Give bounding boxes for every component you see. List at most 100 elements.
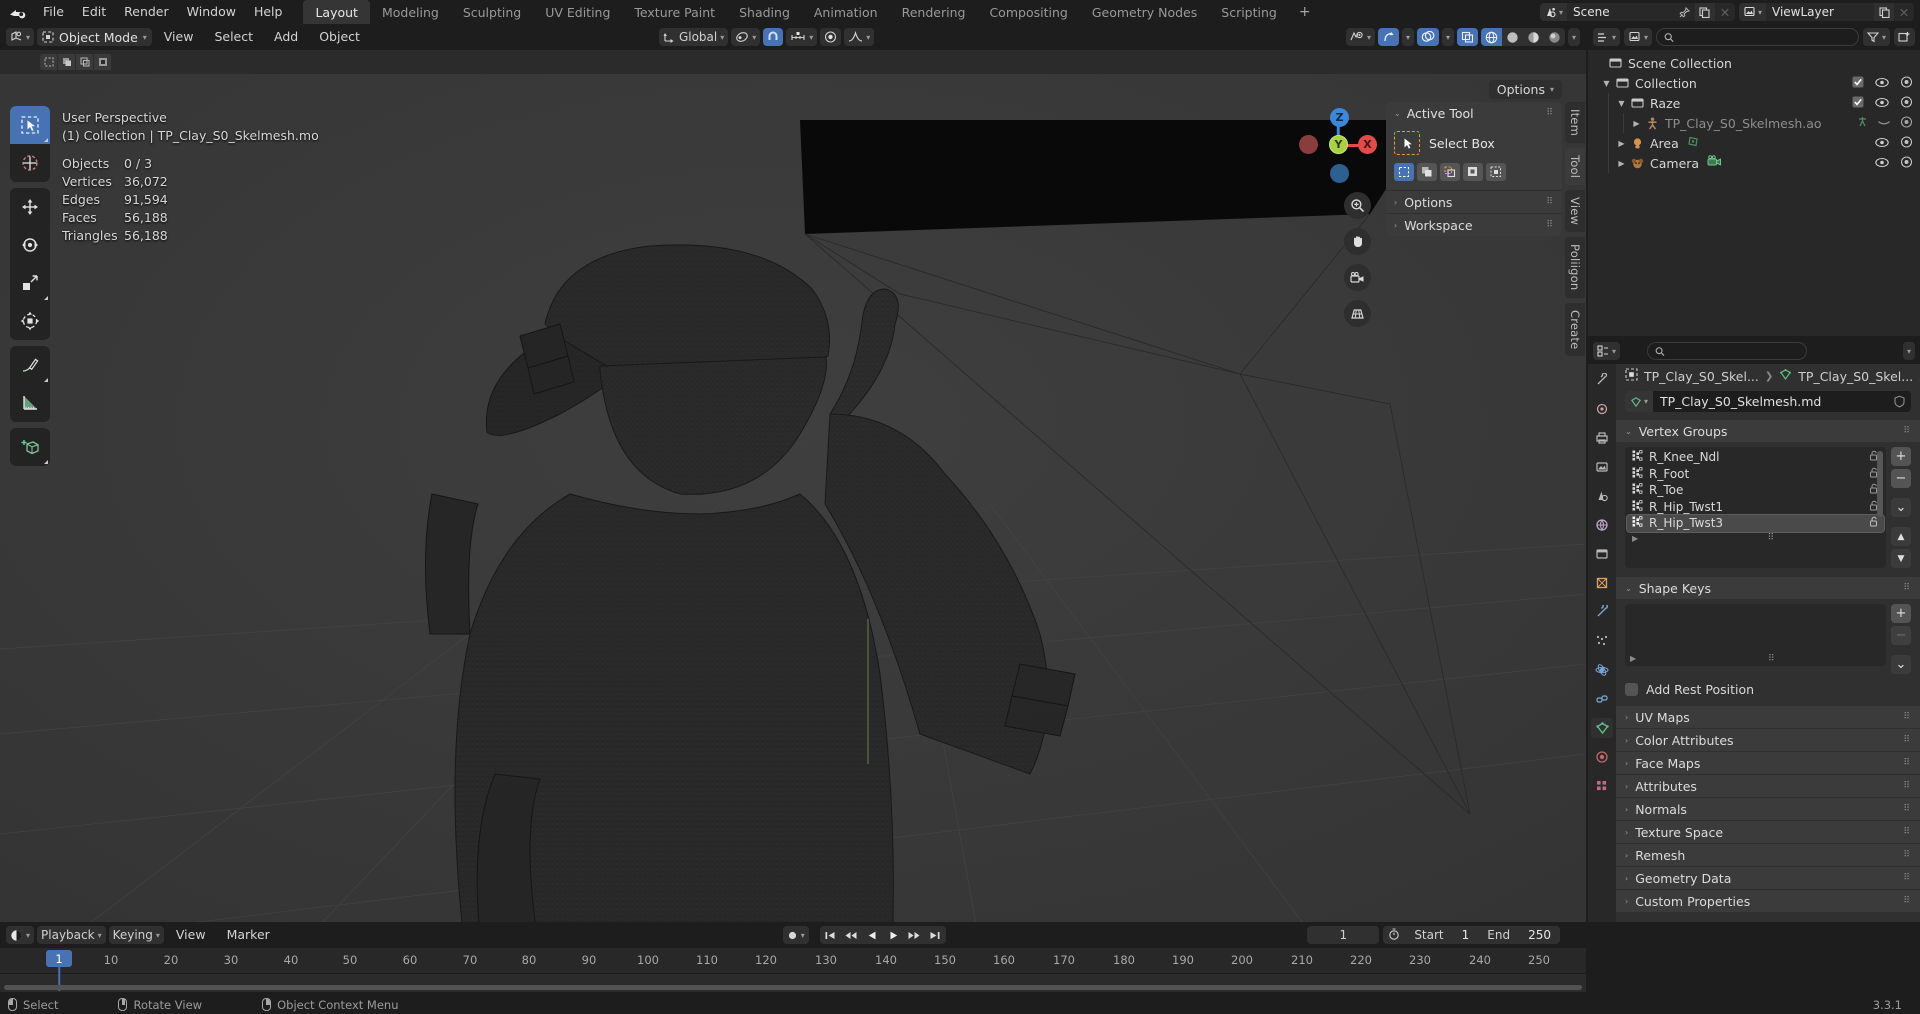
add-rest-position-row[interactable]: Add Rest Position — [1625, 682, 1911, 697]
cursor-tool-button[interactable] — [10, 144, 50, 182]
viewport-menu-view[interactable]: View — [155, 26, 203, 48]
n-panel-options-header[interactable]: › Options ⠿ — [1386, 190, 1562, 213]
jump-to-end-button[interactable] — [925, 926, 946, 944]
scene-name[interactable]: Scene — [1566, 3, 1675, 21]
vertex-group-row[interactable]: R_Toe — [1627, 482, 1884, 499]
camera-icon[interactable] — [1900, 75, 1913, 91]
workspace-tab-layout[interactable]: Layout — [303, 0, 370, 24]
eye-icon[interactable] — [1875, 136, 1889, 151]
snap-target-selector[interactable]: ▾ — [786, 28, 818, 46]
workspace-tab-scripting[interactable]: Scripting — [1209, 0, 1289, 24]
menu-edit[interactable]: Edit — [73, 0, 115, 24]
proportional-falloff-selector[interactable]: ▾ — [844, 28, 875, 46]
add-workspace-button[interactable]: + — [1289, 0, 1321, 24]
prev-keyframe-button[interactable] — [841, 926, 862, 944]
add-rest-position-checkbox[interactable] — [1625, 683, 1638, 696]
section-normals[interactable]: › Normals ⠿ — [1616, 798, 1920, 820]
frame-range-group[interactable]: Start 1 End 250 — [1383, 926, 1560, 944]
section-face-maps[interactable]: › Face Maps ⠿ — [1616, 752, 1920, 774]
select-box-tool-button[interactable] — [10, 106, 50, 144]
outliner-row-raze[interactable]: ▼ Raze — [1588, 93, 1920, 113]
workspace-tab-animation[interactable]: Animation — [802, 0, 890, 24]
vertex-groups-header[interactable]: ⌄ Vertex Groups ⠿ — [1616, 420, 1920, 442]
vertex-group-row-selected[interactable]: R_Hip_Twst3 — [1626, 514, 1885, 533]
workspace-tab-compositing[interactable]: Compositing — [977, 0, 1079, 24]
expand-triangle[interactable]: ▶ — [1632, 534, 1638, 543]
properties-tab-view-layer[interactable] — [1591, 457, 1613, 477]
move-vertex-group-up-button[interactable]: ▲ — [1891, 527, 1911, 546]
blender-logo-icon[interactable] — [0, 0, 34, 24]
transform-tool-button[interactable] — [10, 302, 50, 340]
view-layer-selector[interactable]: ▾ ViewLayer ✕ — [1738, 3, 1914, 21]
annotate-tool-button[interactable] — [10, 346, 50, 384]
move-tool-button[interactable] — [10, 188, 50, 226]
shape-keys-list[interactable]: ▶ ⠿ — [1625, 604, 1886, 666]
workspace-tab-modeling[interactable]: Modeling — [370, 0, 451, 24]
section-geometry-data[interactable]: › Geometry Data ⠿ — [1616, 867, 1920, 889]
move-vertex-group-down-button[interactable]: ▼ — [1891, 549, 1911, 568]
breadcrumb-object-label[interactable]: TP_Clay_S0_Skel... — [1644, 369, 1759, 384]
duplicate-viewlayer-icon[interactable] — [1874, 3, 1894, 21]
workspace-tab-rendering[interactable]: Rendering — [890, 0, 978, 24]
menu-help[interactable]: Help — [245, 0, 292, 24]
snap-magnet-icon[interactable] — [763, 28, 784, 46]
select-mode-extend-button[interactable] — [1417, 163, 1437, 181]
overlays-options-chevron-icon[interactable]: ▾ — [1441, 28, 1454, 46]
expand-triangle[interactable]: ▼ — [1600, 79, 1613, 88]
vertex-groups-scrollbar[interactable] — [1877, 451, 1883, 517]
section-texture-space[interactable]: › Texture Space ⠿ — [1616, 821, 1920, 843]
properties-options-chevron-icon[interactable]: ▾ — [1902, 342, 1915, 360]
timeline-playhead[interactable]: 1 — [46, 950, 72, 967]
scale-tool-button[interactable] — [10, 264, 50, 302]
camera-data-icon[interactable] — [1707, 155, 1722, 171]
shading-wireframe-icon[interactable] — [1480, 28, 1502, 46]
eye-icon[interactable] — [1875, 156, 1889, 171]
side-tab-poliigon[interactable]: Poliigon — [1565, 237, 1585, 298]
light-data-icon[interactable] — [1687, 135, 1700, 151]
pan-button[interactable] — [1344, 228, 1371, 255]
shape-keys-header[interactable]: ⌄ Shape Keys ⠿ — [1616, 577, 1920, 599]
camera-icon[interactable] — [1900, 155, 1913, 171]
workspace-tab-geometry-nodes[interactable]: Geometry Nodes — [1080, 0, 1209, 24]
gizmo-axis-y[interactable]: Y — [1329, 135, 1348, 154]
gizmo-axis-x[interactable]: X — [1358, 135, 1377, 154]
select-mode-subtract-button[interactable] — [1440, 163, 1460, 181]
select-mode-set-button[interactable] — [1394, 163, 1414, 181]
shading-solid-icon[interactable] — [1501, 28, 1523, 46]
workspace-tab-shading[interactable]: Shading — [727, 0, 802, 24]
timeline-scrollbar[interactable] — [4, 985, 1582, 990]
select-mode-set-icon[interactable] — [40, 54, 58, 70]
xray-toggle-icon[interactable] — [1456, 28, 1478, 46]
viewport-menu-select[interactable]: Select — [205, 26, 262, 48]
properties-editor[interactable]: ▾ ▾ TP_Clay_S0_Skel... ❯ TP_Clay_S0_Skel… — [1588, 338, 1920, 922]
properties-search-box[interactable] — [1647, 342, 1808, 360]
properties-tab-constraints[interactable] — [1591, 689, 1613, 709]
timeline-ruler[interactable]: 1 10 20 30 40 50 60 70 80 90 100 110 120… — [0, 948, 1586, 991]
viewport-shading-modes[interactable] — [1480, 28, 1565, 46]
properties-tab-physics[interactable] — [1591, 660, 1613, 680]
n-panel-workspace-header[interactable]: › Workspace ⠿ — [1386, 213, 1562, 236]
menu-render[interactable]: Render — [115, 0, 178, 24]
measure-tool-button[interactable] — [10, 384, 50, 422]
gizmo-toggle-icon[interactable] — [1377, 28, 1399, 46]
expand-triangle[interactable]: ▶ — [1630, 654, 1636, 663]
timeline-menu-playback[interactable]: Playback ▾ — [37, 926, 106, 944]
checkbox-icon[interactable] — [1852, 96, 1864, 111]
stopwatch-icon[interactable] — [1383, 926, 1405, 944]
start-frame-value[interactable]: 1 — [1453, 926, 1479, 944]
proportional-editing-icon[interactable] — [820, 28, 842, 46]
jump-to-start-button[interactable] — [820, 926, 841, 944]
shading-material-preview-icon[interactable] — [1522, 28, 1544, 46]
scene-selector[interactable]: ▾ Scene ✕ — [1539, 3, 1735, 21]
viewport-options-button[interactable]: Options ▾ — [1488, 80, 1562, 99]
properties-editor-type-icon[interactable]: ▾ — [1593, 342, 1621, 360]
side-tab-view[interactable]: View — [1565, 190, 1585, 233]
camera-icon[interactable] — [1900, 135, 1913, 151]
eye-icon[interactable] — [1875, 76, 1889, 91]
side-tab-tool[interactable]: Tool — [1565, 147, 1585, 186]
play-reverse-button[interactable] — [862, 926, 883, 944]
overlays-toggle-icon[interactable] — [1416, 28, 1439, 46]
expand-triangle[interactable]: ▼ — [1615, 99, 1628, 108]
menu-file[interactable]: File — [34, 0, 73, 24]
outliner-new-collection-icon[interactable] — [1894, 28, 1915, 46]
